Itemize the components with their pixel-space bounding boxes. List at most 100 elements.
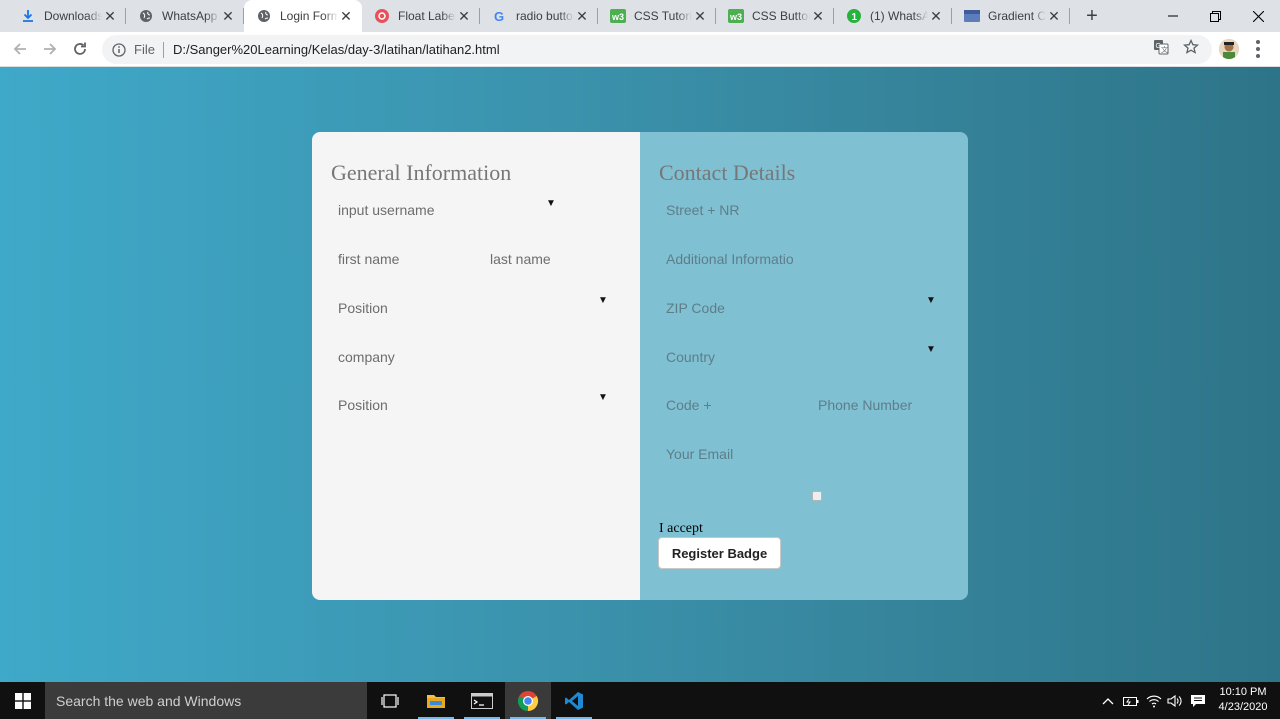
email-input[interactable]: Your Email: [666, 446, 733, 462]
start-button[interactable]: [0, 682, 45, 719]
w3schools-icon: w3: [610, 8, 626, 24]
chevron-down-icon: ▼: [546, 198, 556, 209]
browser-toolbar: File D:/Sanger%20Learning/Kelas/day-3/la…: [0, 32, 1280, 67]
dot: [1256, 47, 1260, 51]
accept-checkbox[interactable]: [812, 491, 822, 501]
folder-icon: [427, 694, 445, 708]
close-window-button[interactable]: [1236, 0, 1280, 32]
divider: [162, 41, 164, 58]
terminal-button[interactable]: [459, 682, 505, 719]
tab-radio-button[interactable]: G radio button ✕: [480, 0, 598, 32]
general-information-title: General Information: [331, 160, 512, 185]
close-icon[interactable]: ✕: [338, 8, 354, 25]
minimize-button[interactable]: [1150, 0, 1195, 32]
tab-css-tutorial[interactable]: w3 CSS Tutorial ✕: [598, 0, 716, 32]
close-icon[interactable]: ✕: [1046, 8, 1062, 25]
clock-date: 4/23/2020: [1218, 701, 1268, 713]
close-icon[interactable]: ✕: [102, 8, 118, 25]
registration-card: General Information input username ▼ fir…: [312, 132, 968, 600]
position-select[interactable]: Position: [338, 300, 388, 316]
bookmark-star-icon[interactable]: [1181, 37, 1201, 57]
windows-taskbar: Search the web and Windows 10:10 PM 4/23…: [0, 682, 1280, 719]
forward-button[interactable]: [38, 37, 62, 61]
volume-icon: [1167, 694, 1182, 707]
battery-button[interactable]: [1122, 682, 1140, 719]
tab-whatsapp-web[interactable]: WhatsApp Web ✕: [126, 0, 244, 32]
restore-button[interactable]: [1193, 0, 1238, 32]
volume-button[interactable]: [1166, 682, 1184, 719]
zip-code-select[interactable]: ZIP Code: [666, 300, 725, 316]
country-select[interactable]: Country: [666, 349, 715, 365]
contact-details-title: Contact Details: [659, 160, 796, 185]
vscode-button[interactable]: [551, 682, 597, 719]
tab-label: CSS Tutorial: [634, 9, 692, 23]
additional-information-input[interactable]: Additional Information: [666, 251, 794, 267]
wifi-button[interactable]: [1145, 682, 1163, 719]
last-name-input[interactable]: last name: [490, 251, 551, 267]
username-select[interactable]: input username: [338, 202, 435, 218]
codepen-icon: [374, 8, 390, 24]
profile-avatar[interactable]: [1219, 39, 1239, 59]
url-text[interactable]: D:/Sanger%20Learning/Kelas/day-3/latihan…: [173, 42, 500, 57]
browser-tab-strip: Downloads ✕ WhatsApp Web ✕ Login Form ✕ …: [0, 0, 1280, 32]
forward-arrow-icon: [44, 43, 57, 55]
close-icon[interactable]: ✕: [810, 8, 826, 25]
info-icon[interactable]: [111, 42, 127, 58]
download-icon: [20, 8, 36, 24]
tab-label: CSS Buttons: [752, 9, 810, 23]
back-arrow-icon: [13, 43, 26, 55]
wifi-icon: [1146, 695, 1162, 707]
svg-text:1: 1: [852, 12, 858, 23]
close-icon[interactable]: ✕: [692, 8, 708, 25]
tab-css-buttons[interactable]: w3 CSS Buttons ✕: [716, 0, 834, 32]
country-code-input[interactable]: Code +: [666, 397, 712, 413]
phone-number-input[interactable]: Phone Number: [818, 397, 912, 413]
dot: [1256, 40, 1260, 44]
tab-label: Gradient CSS: [988, 9, 1046, 23]
tab-label: radio button: [516, 9, 574, 23]
terminal-icon: [471, 692, 493, 709]
tab-login-form[interactable]: Login Form ✕: [244, 0, 362, 32]
close-icon[interactable]: ✕: [574, 8, 590, 25]
minimize-icon: [1167, 15, 1178, 17]
task-view-button[interactable]: [367, 682, 413, 719]
chevron-down-icon: ▼: [926, 344, 936, 355]
address-bar[interactable]: File D:/Sanger%20Learning/Kelas/day-3/la…: [102, 35, 1212, 64]
show-hidden-icons-button[interactable]: [1100, 682, 1116, 719]
close-icon[interactable]: ✕: [928, 8, 944, 25]
tab-gradient-css[interactable]: Gradient CSS ✕: [952, 0, 1070, 32]
taskbar-search-input[interactable]: Search the web and Windows: [45, 682, 367, 719]
first-name-input[interactable]: first name: [338, 251, 399, 267]
system-clock[interactable]: 10:10 PM 4/23/2020: [1206, 685, 1280, 715]
tab-float-labels[interactable]: Float Labels ✕: [362, 0, 480, 32]
globe-icon: [256, 8, 272, 24]
svg-text:文: 文: [1161, 45, 1168, 54]
svg-text:G: G: [494, 9, 504, 23]
close-icon[interactable]: ✕: [456, 8, 472, 25]
tab-whatsapp[interactable]: 1 (1) WhatsApp ✕: [834, 0, 952, 32]
reload-button[interactable]: [68, 37, 92, 61]
tab-label: Login Form: [280, 9, 338, 23]
vscode-icon: [565, 691, 583, 710]
action-center-button[interactable]: [1189, 682, 1207, 719]
register-badge-button[interactable]: Register Badge: [658, 537, 781, 569]
chrome-button[interactable]: [505, 682, 551, 719]
tab-label: Downloads: [44, 9, 102, 23]
scheme-label: File: [134, 42, 155, 57]
clock-time: 10:10 PM: [1219, 686, 1267, 698]
street-input[interactable]: Street + NR: [666, 202, 740, 218]
back-button[interactable]: [8, 37, 32, 61]
position-select-2[interactable]: Position: [338, 397, 388, 413]
browser-menu-button[interactable]: [1250, 39, 1266, 59]
close-icon[interactable]: ✕: [220, 8, 236, 25]
tab-label: WhatsApp Web: [162, 9, 220, 23]
dot: [1256, 54, 1260, 58]
google-icon: G: [492, 8, 508, 24]
company-input[interactable]: company: [338, 349, 395, 365]
notification-icon: [1191, 694, 1205, 707]
file-explorer-button[interactable]: [413, 682, 459, 719]
general-information-panel: General Information input username ▼ fir…: [312, 132, 640, 600]
tab-downloads[interactable]: Downloads ✕: [8, 0, 126, 32]
translate-icon[interactable]: G文: [1151, 37, 1171, 57]
new-tab-button[interactable]: +: [1080, 4, 1104, 28]
